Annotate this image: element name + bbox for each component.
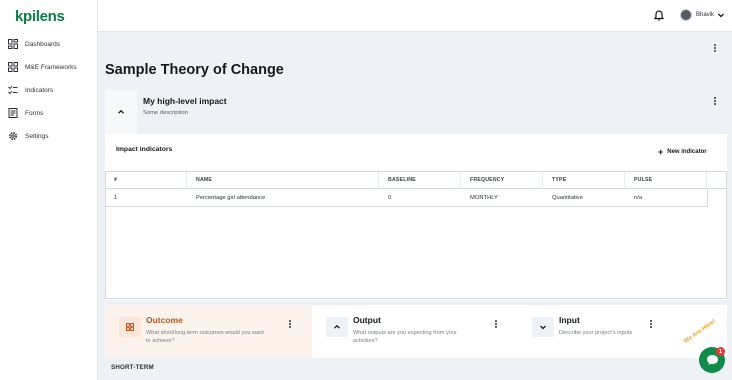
chevron-up-icon: [118, 109, 124, 114]
outcome-kebab-icon[interactable]: [286, 318, 294, 330]
column-divider: [706, 172, 707, 189]
sidebar-item-label: M&E Frameworks: [25, 63, 77, 71]
new-indicator-label: New indicator: [667, 149, 707, 155]
column-header[interactable]: PULSE: [634, 177, 652, 183]
user-name[interactable]: Bhavik: [696, 12, 714, 18]
sidebar-item-label: Forms: [25, 109, 44, 117]
page-menu-kebab-icon[interactable]: [710, 42, 720, 54]
column-divider: [624, 172, 625, 189]
sidebar-item-frameworks[interactable]: M&E Frameworks: [0, 57, 98, 77]
chat-icon: [706, 355, 718, 365]
impact-header: My high-level impact Some description: [105, 90, 727, 134]
column-header[interactable]: BASELINE: [388, 177, 416, 183]
impact-title: My high-level impact: [143, 96, 227, 106]
bell-icon[interactable]: [654, 10, 664, 21]
grid-icon[interactable]: [119, 317, 141, 337]
dashboard-icon: [8, 39, 18, 49]
input-toggle-button[interactable]: [532, 317, 554, 337]
avatar[interactable]: [680, 9, 692, 21]
column-divider: [460, 172, 461, 189]
sidebar-item-indicators[interactable]: Indicators: [0, 80, 98, 100]
gear-icon: [8, 131, 18, 141]
cell-type: Quantitative: [552, 195, 583, 201]
cell-pulse: n/a: [634, 195, 643, 201]
chevron-down-icon[interactable]: [717, 11, 725, 19]
output-description: What outputs are you expecting from your…: [353, 330, 457, 344]
page-title: Sample Theory of Change: [105, 62, 284, 78]
outcome-description: What short/long term outcomes would you …: [146, 330, 264, 344]
impact-collapse-button[interactable]: [105, 90, 137, 134]
table-header: # NAME BASELINE FREQUENCY TYPE PULSE: [106, 172, 726, 189]
sidebar-item-label: Indicators: [25, 86, 54, 94]
chat-unread-badge: 1: [716, 347, 725, 356]
impact-kebab-icon[interactable]: [710, 95, 720, 107]
sidebar-item-settings[interactable]: Settings: [0, 126, 98, 146]
sidebar-item-dashboards[interactable]: Dashboards: [0, 34, 98, 54]
column-header[interactable]: TYPE: [552, 177, 566, 183]
cell-baseline: 0: [388, 195, 392, 201]
new-indicator-button[interactable]: + New indicator: [658, 145, 707, 159]
input-kebab-icon[interactable]: [647, 318, 655, 330]
sidebar-item-forms[interactable]: Forms: [0, 103, 98, 123]
short-term-heading: SHORT-TERM: [111, 364, 154, 371]
outcome-title: Outcome: [146, 315, 183, 325]
column-divider: [378, 172, 379, 189]
impact-description: Some description: [143, 110, 188, 116]
frameworks-icon: [8, 62, 18, 72]
outcome-card[interactable]: Outcome What short/long term outcomes wo…: [105, 305, 312, 358]
kpilens-logo[interactable]: kpilens: [15, 8, 65, 25]
impact-indicators-heading: Impact indicators: [116, 146, 173, 153]
output-kebab-icon[interactable]: [492, 318, 500, 330]
column-header[interactable]: #: [114, 177, 117, 183]
sidebar: kpilens Dashboards M&E Frameworks Indica…: [0, 0, 98, 380]
indicators-icon: [8, 85, 18, 95]
cell-frequency: MONTHLY: [470, 195, 498, 201]
impact-card: My high-level impact Some description Im…: [105, 90, 727, 300]
column-header[interactable]: NAME: [196, 177, 212, 183]
chevron-up-icon: [334, 324, 340, 329]
forms-icon: [8, 108, 18, 118]
input-title: Input: [559, 315, 580, 325]
column-divider: [186, 172, 187, 189]
column-divider: [542, 172, 543, 189]
output-card[interactable]: Output What outputs are you expecting fr…: [312, 305, 518, 358]
chevron-down-icon: [540, 325, 546, 330]
cell-number: 1: [114, 195, 118, 201]
column-header[interactable]: FREQUENCY: [470, 177, 504, 183]
sidebar-item-label: Settings: [25, 132, 49, 140]
input-description: Describe your project's inputs: [559, 330, 633, 336]
plus-icon: +: [658, 146, 664, 157]
sidebar-item-label: Dashboards: [25, 40, 61, 48]
top-bar: Bhavik: [98, 0, 732, 32]
indicators-table: # NAME BASELINE FREQUENCY TYPE PULSE 1 P…: [105, 171, 727, 299]
output-title: Output: [353, 315, 381, 325]
output-toggle-button[interactable]: [326, 317, 348, 337]
table-row[interactable]: 1 Percentage girl attendance 0 MONTHLY Q…: [106, 189, 708, 207]
cell-name: Percentage girl attendance: [196, 195, 266, 201]
